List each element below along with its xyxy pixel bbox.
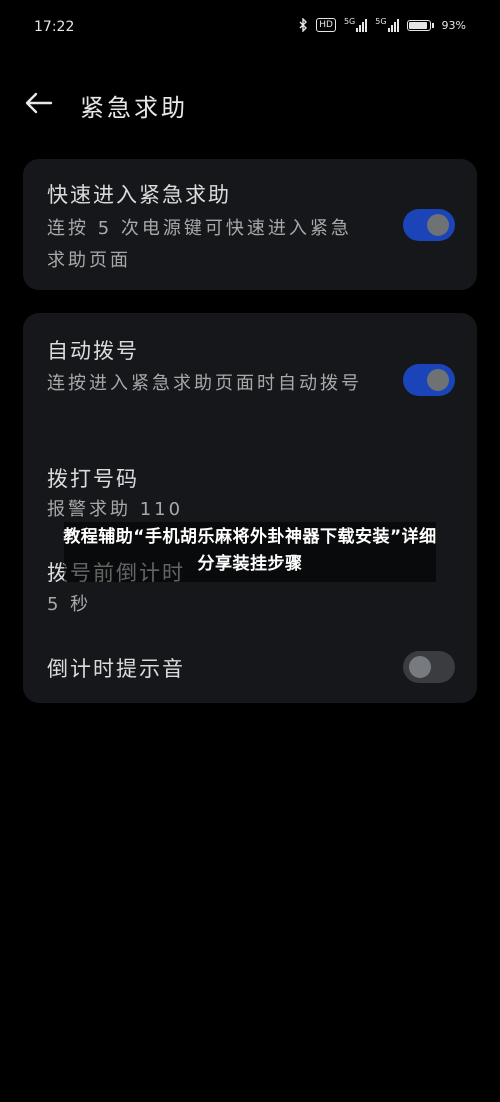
- status-icons: HD 5G 5G 93%: [299, 17, 466, 32]
- setting-value: 5 秒: [47, 594, 92, 615]
- back-button[interactable]: [22, 86, 56, 120]
- setting-title: 自动拨号: [47, 339, 139, 363]
- settings-card-dial: 自动拨号 连按进入紧急求助页面时自动拨号 拨打号码 报警求助 110 拨号前倒计…: [23, 313, 477, 703]
- setting-title: 倒计时提示音: [47, 657, 185, 681]
- status-time: 17:22: [34, 19, 75, 35]
- hd-badge: HD: [316, 18, 336, 32]
- setting-subtitle: 连按 5 次电源键可快速进入紧急求助页面: [47, 218, 352, 271]
- page-title: 紧急求助: [80, 94, 188, 122]
- bluetooth-icon: [299, 18, 308, 32]
- setting-row-auto-dial[interactable]: 自动拨号 连按进入紧急求助页面时自动拨号: [23, 313, 477, 433]
- caption-overlay-text: 教程辅助“手机胡乐麻将外卦神器下载安装”详细分享装挂步骤: [63, 527, 437, 574]
- settings-card-quick-entry: 快速进入紧急求助 连按 5 次电源键可快速进入紧急求助页面: [23, 159, 477, 290]
- setting-row-dial-number[interactable]: 拨打号码 报警求助 110: [23, 443, 477, 533]
- setting-subtitle: 连按进入紧急求助页面时自动拨号: [47, 373, 362, 394]
- signal-icon-sim2: 5G: [375, 17, 399, 32]
- setting-title: 快速进入紧急求助: [47, 183, 231, 207]
- signal-icon-sim1: 5G: [344, 17, 368, 32]
- arrow-left-icon: [25, 92, 53, 114]
- setting-title: 拨打号码: [47, 467, 139, 491]
- setting-row-quick-entry[interactable]: 快速进入紧急求助 连按 5 次电源键可快速进入紧急求助页面: [23, 159, 477, 290]
- top-bar: 紧急求助: [0, 74, 500, 130]
- battery-percent: 93%: [441, 18, 466, 32]
- quick-entry-toggle[interactable]: [403, 209, 455, 241]
- battery-icon: [406, 19, 434, 31]
- setting-row-countdown-sound[interactable]: 倒计时提示音: [23, 633, 477, 703]
- status-bar: 17:22 HD 5G 5G 93%: [0, 0, 500, 58]
- auto-dial-toggle[interactable]: [403, 364, 455, 396]
- countdown-sound-toggle[interactable]: [403, 651, 455, 683]
